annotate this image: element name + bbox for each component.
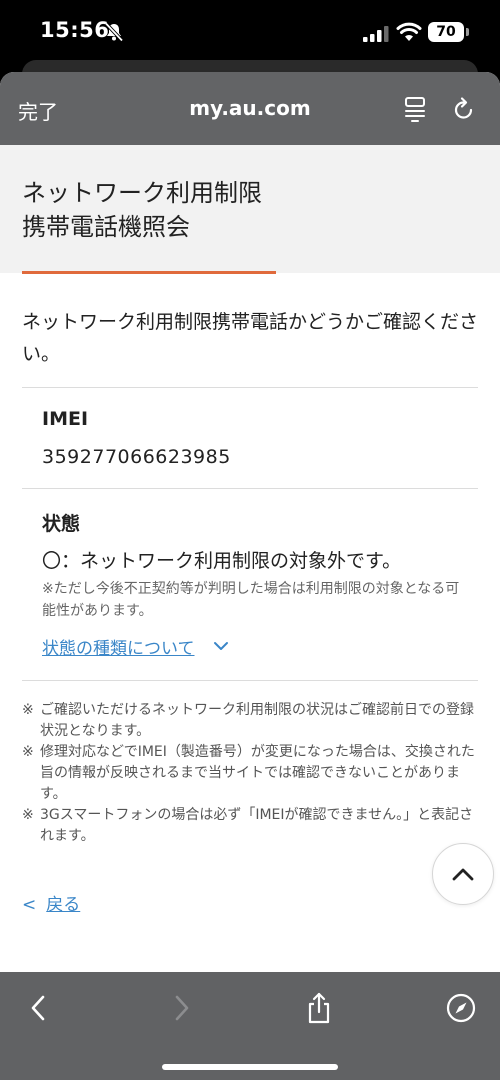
note-item: ご確認いただけるネットワーク利用制限の状況はご確認前日での登録状況となります。: [22, 700, 478, 742]
chevron-up-icon: [452, 868, 474, 881]
divider: [22, 387, 478, 388]
status-text: 〇：ネットワーク利用制限の対象外です。: [42, 550, 402, 572]
status-types-link[interactable]: 状態の種類について: [42, 634, 195, 659]
page-title-line2: 携帯電話機照会: [22, 213, 190, 241]
chevron-left-icon[interactable]: [24, 992, 54, 1024]
page-title: ネットワーク利用制限 携帯電話機照会: [22, 176, 262, 244]
divider: [22, 488, 478, 489]
signal-icon: [363, 26, 389, 42]
note-item: 3Gスマートフォンの場合は必ず「IMEIが確認できません。」と表記されます。: [22, 805, 478, 847]
home-indicator: [162, 1064, 338, 1070]
note-item: 修理対応などでIMEI（製造番号）が変更になった場合は、交換された旨の情報が反映…: [22, 742, 478, 805]
status-note: ※ただし今後不正契約等が判明した場合は利用制限の対象となる可能性があります。: [42, 581, 460, 619]
page-title-line1: ネットワーク利用制限: [22, 179, 262, 207]
chevron-right-icon[interactable]: [166, 992, 196, 1024]
title-underline: [22, 271, 276, 274]
share-icon[interactable]: [304, 992, 334, 1024]
battery-tip: [466, 28, 469, 36]
imei-label: IMEI: [42, 408, 89, 430]
back-link[interactable]: < 戻る: [22, 890, 80, 915]
status-time: 15:56: [40, 18, 110, 42]
chevron-down-icon[interactable]: [213, 640, 229, 652]
compass-icon[interactable]: [446, 992, 476, 1024]
scroll-to-top-button[interactable]: [432, 843, 494, 905]
bell-slash-icon: [104, 22, 124, 42]
status-label: 状態: [42, 513, 81, 535]
notes-list: ご確認いただけるネットワーク利用制限の状況はご確認前日での登録状況となります。 …: [22, 700, 478, 847]
divider: [22, 680, 478, 681]
intro-text: ネットワーク利用制限携帯電話かどうかご確認ください。: [22, 311, 479, 365]
reader-icon[interactable]: [403, 96, 427, 122]
status-bar: 15:56 70: [0, 0, 500, 66]
reload-icon[interactable]: [452, 96, 476, 122]
wifi-icon: [396, 22, 422, 41]
battery-icon: 70: [428, 22, 464, 42]
imei-value: 359277066623985: [42, 446, 231, 468]
browser-header: 完了 my.au.com: [0, 72, 500, 145]
chevron-left-icon: <: [22, 895, 37, 915]
back-link-label: 戻る: [46, 895, 81, 915]
